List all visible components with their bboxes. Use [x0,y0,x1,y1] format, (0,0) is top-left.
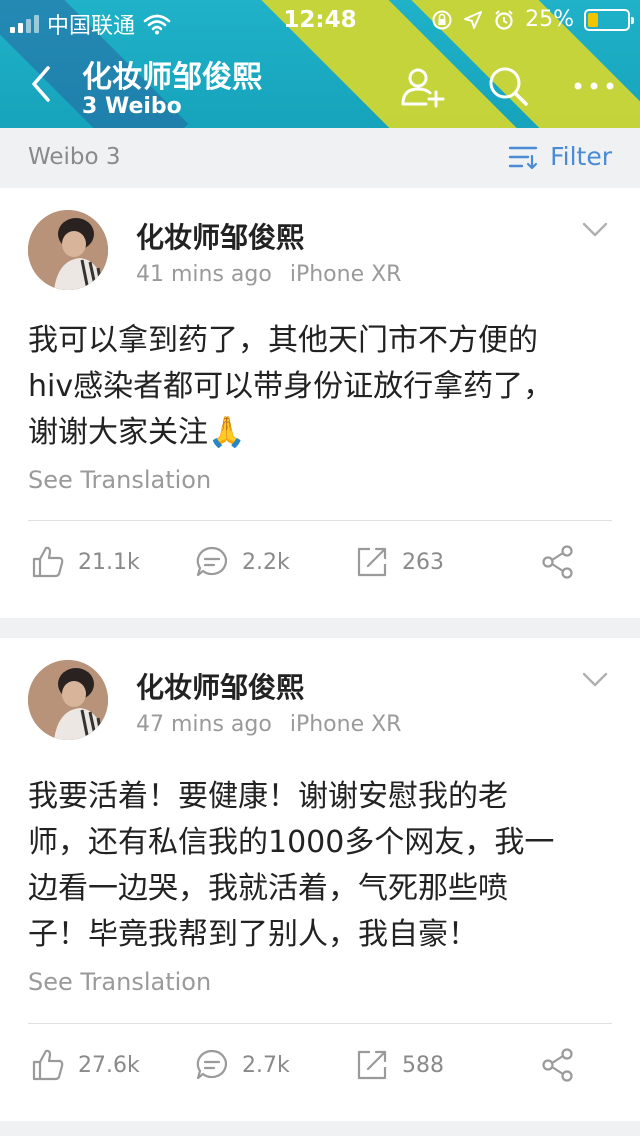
author-name[interactable]: 化妆师邹俊熙 [136,216,304,256]
see-translation-link[interactable]: See Translation [28,968,211,996]
post-content-line: 师，还有私信我的1000多个网友，我一 [28,825,555,860]
chevron-down-icon[interactable] [582,672,608,688]
repost-count: 263 [402,549,444,575]
share-button[interactable] [540,1047,576,1083]
post-meta: 47 mins ago iPhone XR [136,712,401,737]
alarm-icon [495,9,513,30]
comment-count: 2.7k [242,1052,290,1078]
repost-button[interactable]: 263 [354,544,444,580]
weibo-post[interactable]: 化妆师邹俊熙 41 mins ago iPhone XR 我可以拿到药了，其他天门… [0,188,640,618]
post-time: 47 mins ago [136,712,272,737]
comment-icon [196,546,228,577]
comment-count: 2.2k [242,549,290,575]
post-content-line: 我要活着！要健康！谢谢安慰我的老 [28,779,508,814]
avatar-image [28,660,108,740]
avatar[interactable] [28,660,108,740]
like-count: 21.1k [78,549,140,575]
share-icon [542,545,573,579]
divider [28,520,612,521]
post-source: iPhone XR [289,712,402,737]
page-title: 化妆师邹俊熙 [82,60,262,95]
see-translation-link[interactable]: See Translation [28,466,211,494]
filter-button[interactable]: Filter [508,142,612,171]
battery-percent: 25% [525,7,574,32]
post-meta: 41 mins ago iPhone XR [136,262,401,287]
post-content-line: 边看一边哭，我就活着，气死那些喷 [28,871,508,906]
repost-icon [357,1050,387,1080]
share-icon [542,1048,573,1082]
chevron-down-icon[interactable] [582,222,608,238]
post-content-line: 我可以拿到药了，其他天门市不方便的 [28,323,538,358]
like-button[interactable]: 21.1k [30,544,140,580]
author-name[interactable]: 化妆师邹俊熙 [136,666,304,706]
header: 中国联通 12:48 25% 化妆师邹俊熙 3 Weibo [0,0,640,128]
search-icon[interactable] [484,62,532,110]
filter-label: Filter [550,142,612,171]
comment-button[interactable]: 2.2k [194,544,290,580]
location-icon [464,10,483,29]
lock-rotation-icon [432,10,452,29]
like-icon [32,546,64,578]
comment-button[interactable]: 2.7k [194,1047,290,1083]
avatar-image [28,210,108,290]
post-content: 我要活着！要健康！谢谢安慰我的老 师，还有私信我的1000多个网友，我一 边看一… [28,774,600,958]
divider [28,1023,612,1024]
post-time: 41 mins ago [136,262,272,287]
like-button[interactable]: 27.6k [30,1047,140,1083]
post-content-line: hiv感染者都可以带身份证放行拿药了， [28,369,554,404]
like-icon [32,1049,64,1081]
repost-count: 588 [402,1052,444,1078]
weibo-post[interactable]: 化妆师邹俊熙 47 mins ago iPhone XR 我要活着！要健康！谢谢安… [0,638,640,1121]
battery-level [588,12,598,27]
nav-bar: 化妆师邹俊熙 3 Weibo [0,44,640,128]
battery-icon [584,8,634,31]
filter-icon [508,146,538,169]
repost-icon [357,547,387,577]
back-icon[interactable] [26,62,56,106]
post-actions: 27.6k 2.7k 588 [0,1047,640,1097]
status-bar: 中国联通 12:48 25% [0,0,640,40]
post-content: 我可以拿到药了，其他天门市不方便的 hiv感染者都可以带身份证放行拿药了， 谢谢… [28,318,600,456]
weibo-count-label: Weibo 3 [28,144,121,170]
comment-icon [196,1049,228,1080]
repost-button[interactable]: 588 [354,1047,444,1083]
post-source: iPhone XR [289,262,402,287]
page-subtitle: 3 Weibo [82,94,182,119]
more-icon[interactable] [570,62,618,110]
post-content-line: 谢谢大家关注🙏 [28,415,246,450]
post-content-line: 子！毕竟我帮到了别人，我自豪！ [28,917,478,952]
post-actions: 21.1k 2.2k 263 [0,544,640,594]
filter-bar: Weibo 3 Filter [0,128,640,188]
share-button[interactable] [540,544,576,580]
like-count: 27.6k [78,1052,140,1078]
add-user-icon[interactable] [398,62,446,110]
avatar[interactable] [28,210,108,290]
